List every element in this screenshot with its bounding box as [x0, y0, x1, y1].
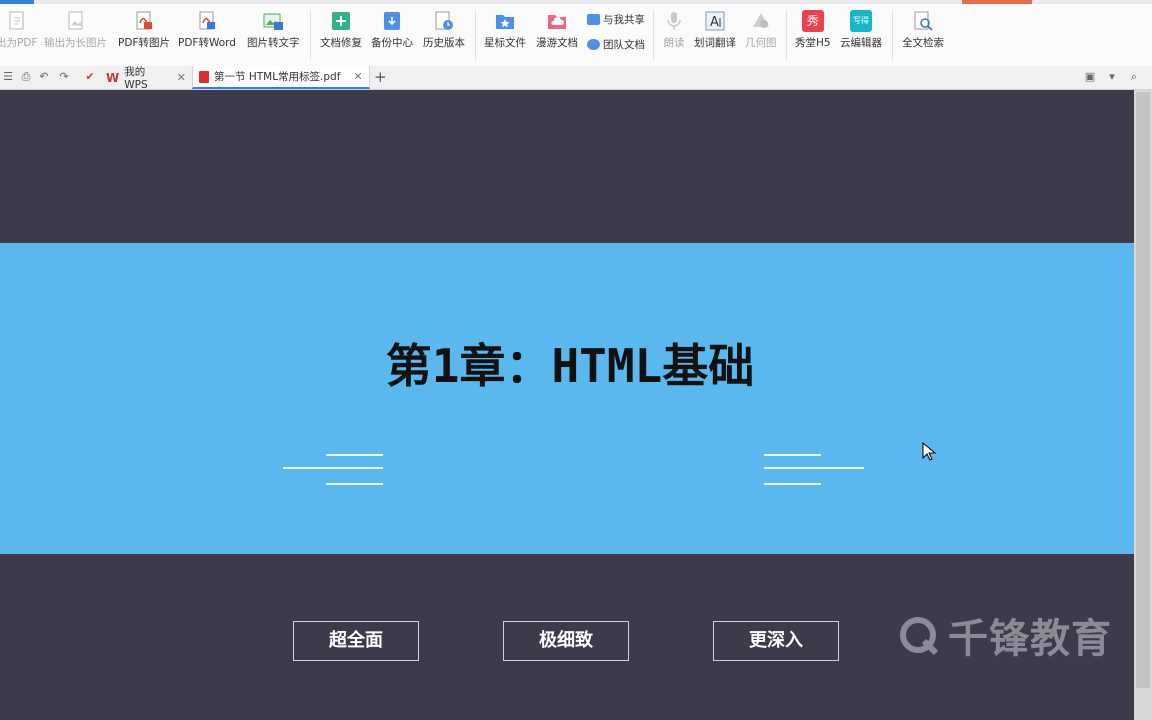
pdf-to-word-button[interactable]: PDF转Word	[178, 10, 236, 50]
new-tab-icon[interactable]: +	[374, 68, 387, 86]
close-icon[interactable]: ✕	[177, 71, 186, 84]
read-aloud-button[interactable]: 朗读	[663, 10, 685, 50]
watermark: 千锋教育	[898, 606, 1112, 664]
ribbon-toolbar: 出为PDF 输出为长图片 PDF转图片 PDF转Word 图片转文字 文档修复	[0, 4, 1152, 67]
team-icon	[587, 39, 600, 50]
cloud-folder-icon	[546, 10, 568, 32]
tab-bar: ☰ ⎙ ↶ ↷ ✔ W 我的WPS ✕ 第一节 HTML常用标签.pdf ✕ +…	[0, 66, 1152, 91]
feature-tag-detailed: 极细致	[503, 621, 629, 661]
watermark-text: 千锋教育	[948, 616, 1112, 662]
feature-tag-comprehensive: 超全面	[293, 621, 419, 661]
decor-line	[764, 483, 821, 485]
geometry-icon	[750, 10, 772, 32]
svg-text:A: A	[710, 15, 719, 30]
shared-with-me-button[interactable]: 与我共享	[587, 12, 645, 27]
starred-files-button[interactable]: 星标文件	[484, 10, 526, 50]
decor-line	[326, 454, 383, 456]
tab-my-wps[interactable]: W 我的WPS ✕	[100, 66, 192, 91]
mouse-cursor-icon	[922, 442, 936, 461]
wps-logo-icon: W	[106, 70, 120, 85]
tab-pdf-document[interactable]: 第一节 HTML常用标签.pdf ✕	[192, 66, 370, 89]
xiutang-h5-button[interactable]: 秀 秀堂H5	[795, 10, 831, 50]
geometry-button[interactable]: 几何图	[745, 10, 777, 50]
share-folder-icon	[587, 14, 600, 25]
format-painter-icon[interactable]: ✔	[84, 71, 96, 83]
export-long-image-button[interactable]: 输出为长图片	[44, 10, 107, 50]
undo-icon[interactable]: ↶	[38, 71, 50, 83]
history-icon	[433, 10, 455, 32]
history-version-button[interactable]: 历史版本	[423, 10, 465, 50]
image-to-text-button[interactable]: 图片转文字	[247, 10, 300, 50]
decor-line	[283, 467, 383, 469]
microphone-icon	[663, 10, 685, 32]
close-icon[interactable]: ✕	[353, 70, 362, 83]
image-text-icon	[262, 10, 284, 32]
search-doc-icon	[912, 10, 934, 32]
decor-line	[764, 454, 821, 456]
slide-banner	[0, 243, 1134, 554]
pdf-image-icon	[133, 10, 155, 32]
redo-icon[interactable]: ↷	[58, 71, 70, 83]
cloud-editor-button[interactable]: 写得 云编辑器	[840, 10, 882, 50]
pdf-file-icon	[199, 70, 209, 83]
decor-line	[326, 483, 383, 485]
long-image-icon	[65, 10, 87, 32]
export-pdf-button[interactable]: 出为PDF	[0, 10, 37, 50]
cloud-editor-icon: 写得	[850, 10, 872, 32]
search-icon[interactable]: ⌕	[1128, 71, 1140, 83]
star-folder-icon	[494, 10, 516, 32]
roaming-docs-button[interactable]: 漫游文档	[536, 10, 578, 50]
backup-center-button[interactable]: 备份中心	[371, 10, 413, 50]
print-preview-icon[interactable]: ⎙	[20, 71, 32, 83]
chapter-title: 第1章：HTML基础	[385, 339, 755, 393]
document-repair-button[interactable]: 文档修复	[320, 10, 362, 50]
fulltext-search-button[interactable]: 全文检索	[902, 10, 944, 50]
dropdown-menu-icon[interactable]: ▾	[1106, 71, 1118, 83]
export-pdf-icon	[6, 10, 28, 32]
translate-icon: A	[704, 10, 726, 32]
xiutang-icon: 秀	[801, 10, 824, 32]
qianfeng-logo-icon	[898, 613, 942, 657]
feature-tag-in-depth: 更深入	[713, 621, 839, 661]
backup-icon	[381, 10, 403, 32]
team-docs-button[interactable]: 团队文档	[587, 37, 645, 52]
doc-settings-icon[interactable]: ▣	[1084, 71, 1096, 83]
pdf-word-icon	[196, 10, 218, 32]
word-translate-button[interactable]: A 划词翻译	[694, 10, 736, 50]
pdf-to-image-button[interactable]: PDF转图片	[118, 10, 170, 50]
repair-icon	[330, 10, 352, 32]
decor-line	[764, 467, 864, 469]
menu-icon[interactable]: ☰	[2, 71, 14, 83]
